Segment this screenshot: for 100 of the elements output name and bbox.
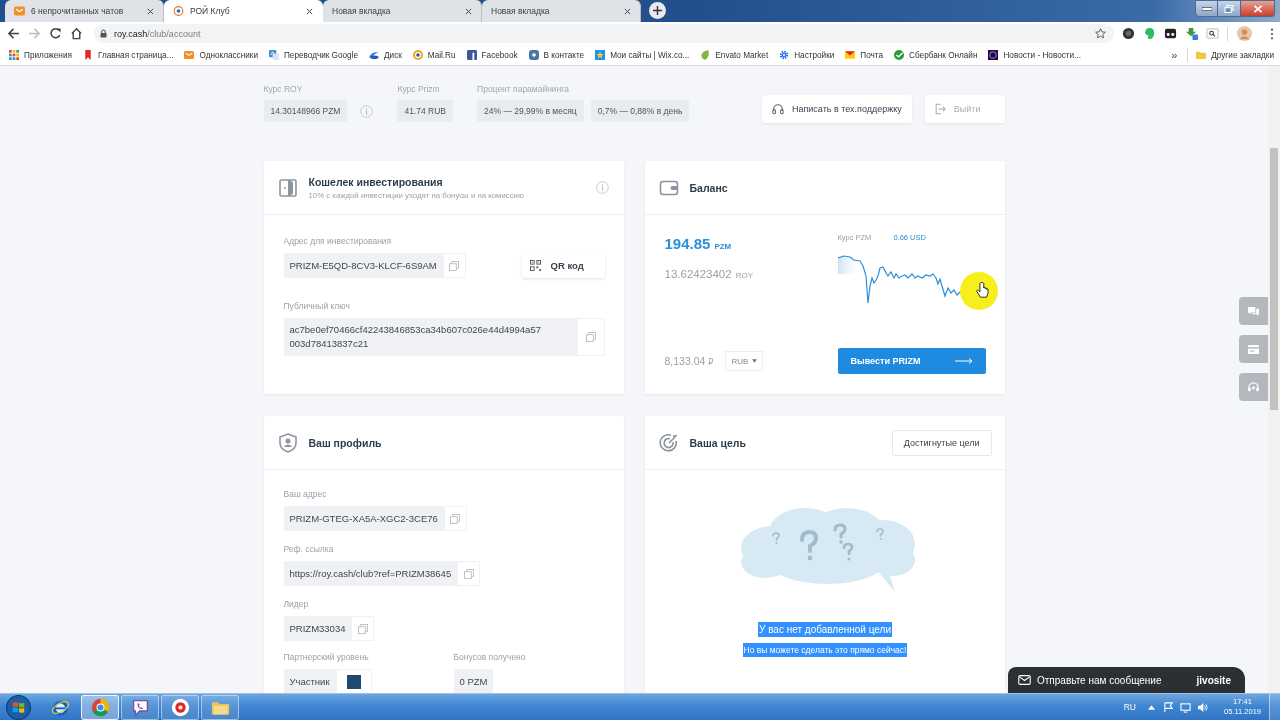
qr-code-icon [529, 260, 541, 271]
start-button[interactable] [5, 694, 31, 720]
shield-person-icon [277, 432, 298, 453]
bookmark-link[interactable]: Facebook [466, 50, 518, 60]
field-label: Адрес для инвестирования [283, 236, 392, 247]
envelope-icon [14, 6, 25, 16]
check-circle-icon [894, 50, 905, 60]
scrollbar-thumb[interactable] [1270, 148, 1278, 410]
search-icon[interactable] [1206, 27, 1219, 40]
address-bar[interactable]: roy.cash/club/account [94, 24, 1114, 43]
bookmark-link[interactable]: Envato Market [700, 50, 769, 60]
card-icon [1247, 343, 1260, 355]
field-label: Лидер [283, 599, 309, 610]
star-icon[interactable] [1095, 28, 1106, 39]
profile-value: PRIZM-GTEG-XA5A-XGC2-3CE76 [288, 512, 439, 526]
close-icon[interactable] [465, 7, 472, 15]
field-label: Ваш адрес [283, 489, 327, 500]
profile-value: PRIZM33034 [288, 622, 347, 636]
menu-icon[interactable] [1270, 27, 1274, 40]
ring-icon [412, 50, 423, 60]
minimize-button[interactable] [1195, 0, 1218, 17]
translate-icon [268, 50, 279, 60]
pzm-amount: 194.85 [664, 235, 711, 252]
target-icon [658, 432, 679, 453]
headset-icon [1247, 381, 1260, 393]
card-title: Баланс [689, 181, 728, 194]
up-triangle-icon[interactable] [1148, 704, 1155, 710]
bookmark-link[interactable]: Приложения [9, 50, 72, 60]
reload-icon[interactable] [49, 27, 62, 40]
bookmark-link[interactable]: Диск [369, 50, 402, 60]
qr-code-button[interactable]: QR код [521, 253, 605, 278]
roy-amount: 13.62423402 [664, 268, 732, 280]
taskbar-app-button[interactable] [161, 694, 199, 720]
bookmark-link[interactable]: Сбербанк Онлайн [894, 50, 978, 60]
flag-icon[interactable] [1163, 701, 1174, 713]
taskbar-app-button[interactable] [201, 694, 239, 720]
taskbar-app-button[interactable] [81, 694, 119, 720]
rate-value: 0,7% — 0,88% в день [590, 100, 690, 122]
flag-orb-icon [5, 694, 31, 720]
bookmark-link[interactable]: Mail.Ru [412, 50, 456, 60]
achieved-goals-button[interactable]: Достигнутые цели [891, 429, 992, 456]
close-icon [1252, 4, 1263, 13]
language-indicator[interactable]: RU [1123, 702, 1136, 712]
lock-icon [100, 29, 107, 38]
logout-icon [933, 103, 946, 115]
withdraw-button[interactable]: Вывести PRIZM [837, 348, 986, 374]
close-icon[interactable] [624, 7, 631, 15]
speaker-icon[interactable] [1197, 701, 1208, 713]
bookmark-link[interactable]: Переводчик Google [268, 50, 358, 60]
rate-value: 41.74 RUB [397, 100, 454, 122]
restore-icon [1224, 4, 1234, 13]
avatar-icon[interactable] [1237, 26, 1252, 41]
back-arrow-icon[interactable] [7, 27, 20, 40]
ribbon-icon [82, 50, 93, 60]
close-window-button[interactable] [1241, 0, 1275, 17]
bookmark-link[interactable]: Главная страница... [82, 50, 174, 60]
browser-tab[interactable]: Новая вкладка [482, 0, 641, 22]
field-label: Публичный ключ [283, 301, 350, 312]
circle-mark-icon [170, 697, 190, 717]
bookmark-folder[interactable]: Другие закладки [1196, 50, 1274, 60]
rate-value: 14.30148966 PZM [263, 100, 348, 122]
envelope-icon [184, 50, 195, 60]
caret-icon [752, 359, 758, 363]
browser-tab[interactable]: РОЙ Клуб [164, 0, 323, 22]
folder-icon [1196, 50, 1207, 60]
close-icon[interactable] [306, 7, 313, 15]
phone-bubble-icon [130, 697, 150, 717]
ring-square-icon [988, 50, 999, 60]
target-logo-icon [173, 6, 184, 16]
rate-label: Курс ROY [263, 84, 303, 95]
chat-widget[interactable]: Отправьте нам сообщение jivosite [1008, 667, 1245, 693]
envelope-icon [845, 50, 856, 60]
browser-tab[interactable]: 6 непрочитанных чатов [5, 0, 164, 22]
blob-icon[interactable] [1143, 27, 1156, 40]
headset-icon [771, 103, 784, 115]
maximize-button[interactable] [1218, 0, 1241, 17]
lens-icon[interactable] [1122, 27, 1135, 40]
browser-tab[interactable]: Новая вкладка [323, 0, 482, 22]
show-desktop-button[interactable] [1269, 694, 1280, 720]
close-icon[interactable] [147, 7, 154, 15]
bookmark-link[interactable]: В контакте [528, 50, 585, 60]
envelope-icon [1018, 675, 1031, 685]
bookmark-link[interactable]: Почта [845, 50, 884, 60]
copy-icon [358, 623, 368, 634]
bookmark-link[interactable]: Новости - Новости... [988, 50, 1081, 60]
leaf-icon [700, 50, 711, 60]
download-arrow-icon[interactable] [1185, 27, 1198, 40]
home-icon[interactable] [70, 27, 83, 40]
taskbar-app-button[interactable] [121, 694, 159, 720]
more-bookmarks-button[interactable]: » [1161, 49, 1188, 61]
bookmark-link[interactable]: Настройки [779, 50, 835, 60]
mask-icon[interactable] [1164, 27, 1177, 40]
support-button[interactable]: Написать в тех.поддержку [761, 95, 912, 123]
bookmark-link[interactable]: Одноклассники [184, 50, 258, 60]
bonus-value: 0 PZM [458, 675, 489, 689]
monitor-icon[interactable] [1180, 701, 1191, 713]
new-tab-button[interactable] [649, 2, 666, 19]
bookmark-link[interactable]: Мои сайты | Wix.co... [595, 50, 690, 60]
currency-dropdown[interactable]: RUB [725, 351, 764, 371]
field-label: Партнерский уровень [283, 652, 369, 663]
